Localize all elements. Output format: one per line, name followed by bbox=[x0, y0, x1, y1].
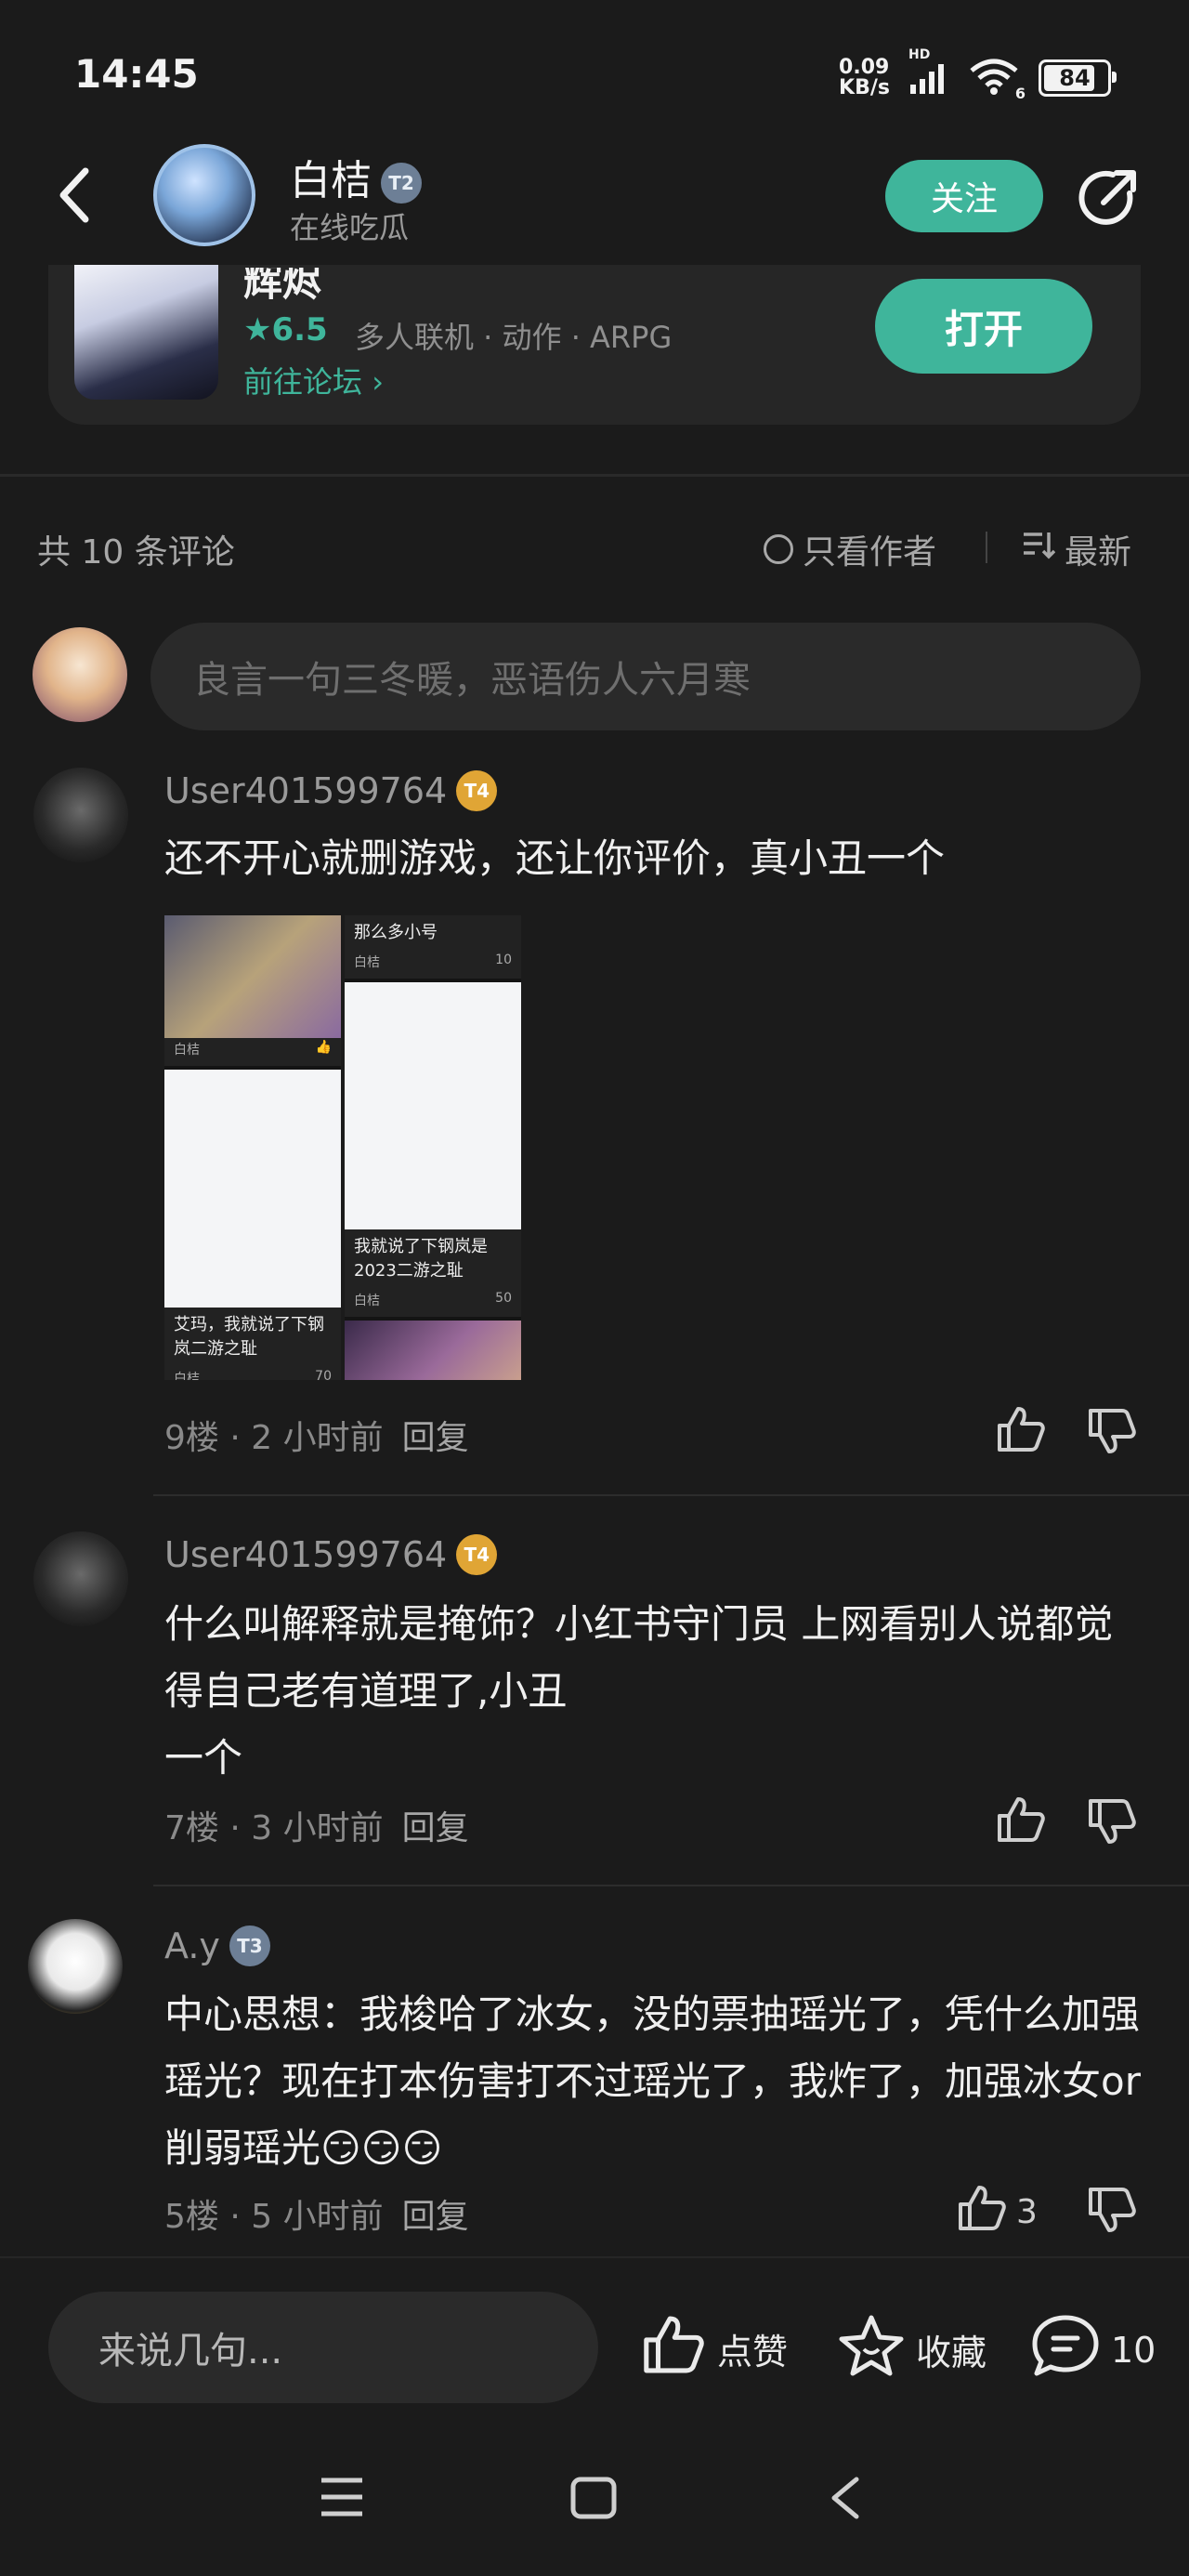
image-column: 白桔 👍 艾玛，我就说了下钢岚二游之耻 白桔 70 bbox=[164, 915, 341, 1380]
net-speed: 0.09 KB/s bbox=[839, 56, 890, 99]
reply-input[interactable]: 来说几句... bbox=[48, 2292, 598, 2403]
back-icon[interactable] bbox=[56, 167, 93, 223]
comment-image-grid[interactable]: 白桔 👍 艾玛，我就说了下钢岚二游之耻 白桔 70 那么多小号 白桔 10 我就说了下… bbox=[164, 915, 521, 1380]
reply-button[interactable]: 回复 bbox=[402, 2198, 469, 2236]
radio-icon bbox=[764, 534, 793, 564]
thumbs-up-icon bbox=[957, 2184, 1007, 2241]
star-icon bbox=[838, 2314, 905, 2385]
favorite-button[interactable]: 收藏 bbox=[838, 2314, 986, 2385]
level-badge: T3 bbox=[229, 1925, 270, 1966]
chevron-right-icon: › bbox=[362, 364, 384, 400]
signal-icon: HD bbox=[908, 47, 949, 94]
image-card[interactable]: 白桔 👍 bbox=[164, 915, 341, 1066]
status-time: 14:45 bbox=[74, 51, 199, 97]
game-title: 辉烬 bbox=[243, 259, 322, 305]
thumbs-up-icon bbox=[996, 1405, 1046, 1462]
game-rating: ★6.5 bbox=[243, 311, 328, 348]
wifi-icon: 6 bbox=[968, 58, 1026, 102]
thumbs-up-icon bbox=[996, 1795, 1046, 1852]
image-card[interactable]: 艾玛，我就说了下钢岚二游之耻 白桔 70 bbox=[164, 1070, 341, 1380]
like-post-button[interactable]: 点赞 bbox=[641, 2314, 788, 2384]
comment-bubble-icon bbox=[1031, 2314, 1100, 2385]
dislike-button[interactable] bbox=[1087, 2186, 1137, 2242]
comments-button[interactable]: 10 bbox=[1031, 2314, 1156, 2385]
like-count: 3 bbox=[1016, 2193, 1038, 2231]
thumbs-up-icon bbox=[641, 2314, 706, 2384]
comment-username[interactable]: User401599764 T4 bbox=[164, 770, 498, 811]
level-badge: T2 bbox=[381, 163, 422, 204]
commenter-avatar[interactable] bbox=[33, 1531, 128, 1626]
comment-divider bbox=[153, 1885, 1189, 1886]
follow-button[interactable]: 关注 bbox=[885, 160, 1043, 232]
home-icon[interactable] bbox=[570, 2477, 617, 2523]
battery-icon: 84 bbox=[1039, 59, 1117, 97]
star-icon: ★ bbox=[243, 311, 272, 348]
comment-username[interactable]: A.y T3 bbox=[164, 1925, 270, 1966]
sort-icon bbox=[1022, 531, 1056, 569]
sort-toggle[interactable]: 最新 bbox=[1022, 525, 1131, 573]
my-avatar bbox=[33, 627, 127, 722]
author-avatar[interactable] bbox=[153, 144, 255, 246]
open-game-button[interactable]: 打开 bbox=[875, 279, 1092, 374]
back-nav-icon[interactable] bbox=[829, 2477, 862, 2523]
forum-link[interactable]: 前往论坛 › bbox=[243, 359, 384, 401]
commenter-avatar[interactable] bbox=[28, 1919, 123, 2014]
like-button[interactable]: 3 bbox=[957, 2184, 1038, 2241]
thumbs-down-icon bbox=[1087, 1797, 1137, 1854]
dislike-button[interactable] bbox=[1087, 1797, 1137, 1854]
reply-button[interactable]: 回复 bbox=[402, 1809, 469, 1847]
comment-meta: 5楼 · 5 小时前 回复 bbox=[164, 2198, 469, 2236]
author-subtitle: 在线吃瓜 bbox=[290, 210, 410, 245]
separator bbox=[986, 532, 987, 563]
commenter-avatar[interactable] bbox=[33, 768, 128, 862]
level-badge: T4 bbox=[456, 1534, 498, 1575]
like-button[interactable] bbox=[996, 1795, 1046, 1852]
thumbs-up-icon: 👍 bbox=[315, 1040, 332, 1055]
comment-text: 中心思想：我梭哈了冰女，没的票抽瑶光了，凭什么加强瑶光？现在打本伤害打不过瑶光了… bbox=[164, 1991, 1141, 2171]
author-name[interactable]: 白桔 T2 bbox=[290, 147, 422, 206]
image-card[interactable]: 那么多小号 白桔 10 bbox=[345, 915, 521, 979]
share-icon[interactable] bbox=[1076, 165, 1141, 230]
comment-username[interactable]: User401599764 T4 bbox=[164, 1534, 498, 1575]
author-only-toggle[interactable]: 只看作者 bbox=[764, 525, 936, 573]
like-button[interactable] bbox=[996, 1405, 1046, 1462]
image-card[interactable] bbox=[345, 1321, 521, 1380]
game-cover-image[interactable] bbox=[74, 265, 218, 400]
comment-divider bbox=[153, 1494, 1189, 1496]
comment-meta: 9楼 · 2 小时前 回复 bbox=[164, 1419, 469, 1457]
comment-text: 什么叫解释就是掩饰？小红书守门员 上网看别人说都觉得自己老有道理了,小丑 一个 bbox=[164, 1601, 1114, 1781]
divider bbox=[0, 474, 1189, 477]
thumbs-down-icon bbox=[1087, 1407, 1137, 1464]
dislike-button[interactable] bbox=[1087, 1407, 1137, 1464]
comment-input[interactable]: 良言一句三冬暖，恶语伤人六月寒 bbox=[150, 623, 1141, 730]
comment-meta: 7楼 · 3 小时前 回复 bbox=[164, 1809, 469, 1847]
image-column: 那么多小号 白桔 10 我就说了下钢岚是2023二游之耻 白桔 50 bbox=[345, 915, 521, 1380]
status-indicators: 0.09 KB/s HD 6 84 bbox=[839, 47, 1117, 102]
comment-count: 共 10 条评论 bbox=[37, 533, 235, 572]
menu-icon[interactable] bbox=[320, 2477, 364, 2521]
image-card[interactable]: 我就说了下钢岚是2023二游之耻 白桔 50 bbox=[345, 982, 521, 1317]
level-badge: T4 bbox=[456, 770, 498, 811]
thumbs-down-icon bbox=[1087, 2186, 1137, 2242]
comment-text: 还不开心就删游戏，还让你评价，真小丑一个 bbox=[164, 835, 946, 881]
reply-button[interactable]: 回复 bbox=[402, 1419, 469, 1457]
game-tags: 多人联机 · 动作 · ARPG bbox=[355, 320, 673, 355]
